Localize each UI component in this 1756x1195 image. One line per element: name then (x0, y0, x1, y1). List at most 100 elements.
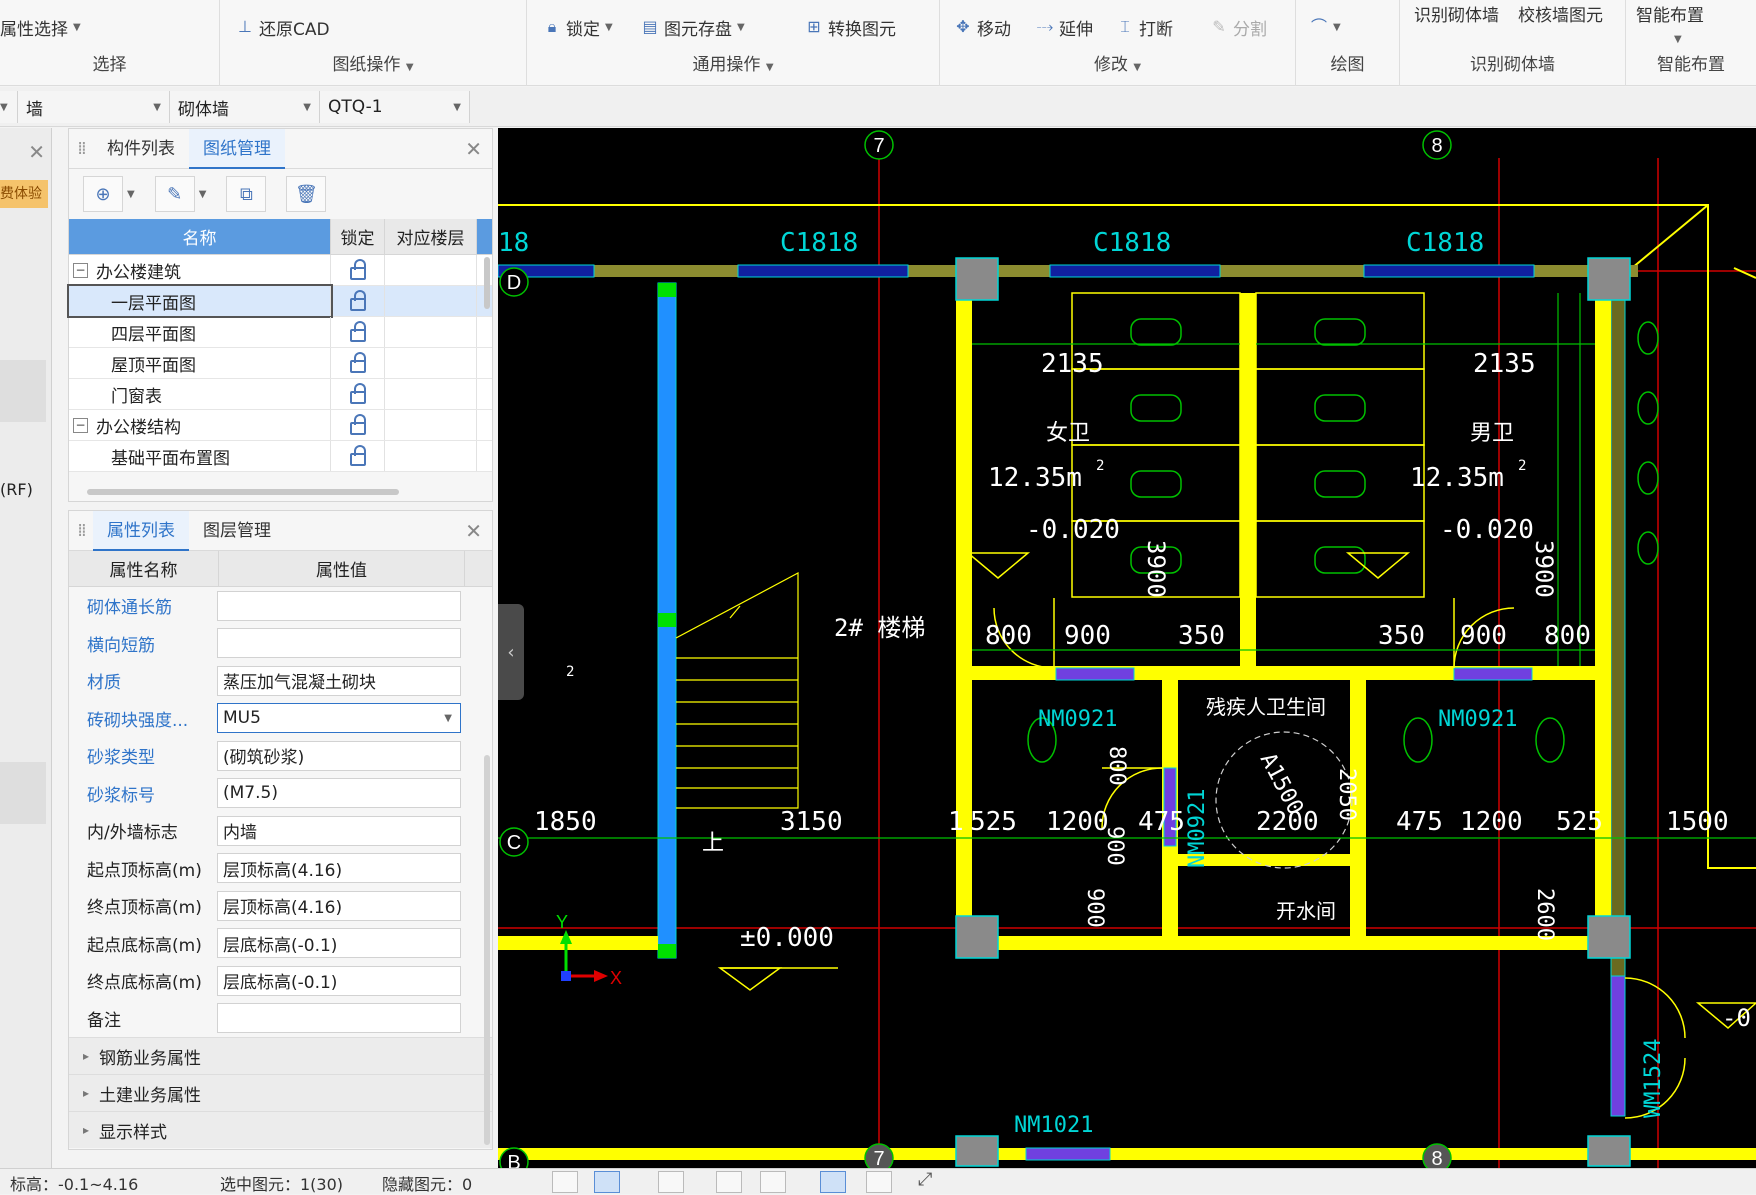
smart-layout-button[interactable]: 智能布置 (1636, 0, 1704, 26)
wall-type-selector[interactable]: 砌体墙 ▼ (170, 91, 320, 123)
floor-cell[interactable] (385, 255, 477, 285)
property-value-field[interactable]: (M7.5) (217, 778, 461, 809)
property-name: 起点顶标高(m) (87, 860, 202, 881)
drag-handle-icon[interactable]: ⁞⁞ (69, 520, 93, 541)
property-row: 材质 蒸压加气混凝土砌块 (69, 662, 492, 700)
chevron-down-icon[interactable]: ▼ (127, 189, 135, 200)
snap-toggle[interactable] (594, 1171, 620, 1193)
tab-property-list[interactable]: 属性列表 (93, 510, 189, 551)
collapse-panel-button[interactable]: ‹ (498, 604, 524, 700)
axis-bubble-label: B (507, 1152, 520, 1168)
property-value-field[interactable] (217, 628, 461, 659)
floor-cell[interactable] (385, 286, 477, 316)
restore-cad-button[interactable]: ⊥ 还原CAD (236, 14, 330, 40)
urinal-fixture (1637, 531, 1659, 565)
element-type-selector[interactable]: 墙 ▼ (18, 91, 170, 123)
vertical-scrollbar[interactable] (484, 257, 490, 309)
floor-selector[interactable]: ▼ (0, 91, 18, 123)
lineweight-toggle[interactable] (866, 1171, 892, 1193)
lock-cell[interactable] (331, 286, 385, 316)
property-value-field[interactable]: 层底标高(-0.1) (217, 928, 461, 959)
split-drawing-button[interactable]: ⧉ (226, 176, 267, 212)
tab-component-list[interactable]: 构件列表 (93, 129, 189, 169)
tree-item-row[interactable]: 门窗表 (69, 379, 492, 410)
property-value-field[interactable]: 层顶标高(4.16) (217, 853, 461, 884)
collapse-toggle-icon[interactable]: − (73, 417, 88, 433)
lock-cell[interactable] (331, 441, 385, 471)
tree-item-row[interactable]: 一层平面图 (67, 284, 492, 318)
dimension-text: 2600 (1532, 888, 1557, 941)
floor-cell[interactable] (385, 441, 477, 471)
display-toggle[interactable] (820, 1171, 846, 1193)
tab-layer-management[interactable]: 图层管理 (189, 511, 285, 551)
arc-draw-button[interactable]: ⌒ ▼ (1310, 14, 1341, 40)
property-value-field[interactable]: 内墙 (217, 815, 461, 846)
move-button[interactable]: ✥ 移动 (954, 14, 1011, 40)
property-value-field[interactable] (217, 590, 461, 621)
drawing-ops-menu[interactable]: 图纸操作 ▼ (220, 50, 526, 75)
collapse-toggle-icon[interactable]: − (73, 262, 88, 278)
floor-cell[interactable] (385, 348, 477, 378)
tree-item-row[interactable]: 屋顶平面图 (69, 348, 492, 379)
floor-cell[interactable] (385, 317, 477, 347)
smart-layout-dropdown[interactable]: ▼ (1674, 26, 1682, 52)
add-drawing-button[interactable]: ⊕ (83, 176, 123, 212)
nav-item-selected[interactable] (0, 762, 46, 824)
lock-cell[interactable] (331, 348, 385, 378)
recognize-masonry-wall-button[interactable]: 识别砌体墙 (1414, 0, 1499, 26)
horizontal-scrollbar[interactable] (87, 489, 399, 495)
property-group[interactable]: ▸ 钢筋业务属性 (69, 1037, 492, 1074)
floor-cell[interactable] (385, 379, 477, 409)
lock-cell[interactable] (331, 317, 385, 347)
ribbon-group-label: 绘图 (1330, 55, 1365, 75)
delete-drawing-button[interactable]: 🗑︎ (286, 176, 327, 212)
property-value-field[interactable] (217, 1003, 461, 1034)
close-icon[interactable]: ✕ (465, 137, 482, 161)
property-group[interactable]: ▸ 显示样式 (69, 1111, 492, 1148)
close-icon[interactable]: ✕ (465, 519, 482, 543)
lock-cell[interactable] (331, 255, 385, 285)
edit-drawing-button[interactable]: ✎ (154, 176, 195, 212)
experience-badge[interactable]: 费体验 (0, 180, 48, 208)
property-value-field[interactable]: 层顶标高(4.16) (217, 890, 461, 921)
tree-group-row[interactable]: − 办公楼建筑 (69, 255, 492, 286)
attribute-select-button[interactable]: 属性选择 ▼ (0, 14, 81, 40)
tree-group-row[interactable]: − 办公楼结构 (69, 410, 492, 441)
chevron-down-icon[interactable]: ▼ (199, 189, 207, 200)
drag-handle-icon[interactable]: ⁞⁞ (69, 138, 93, 159)
extend-button[interactable]: ⤏ 延伸 (1036, 14, 1093, 40)
property-value-field[interactable]: 层底标高(-0.1) (217, 965, 461, 996)
property-group[interactable]: ▸ 土建业务属性 (69, 1074, 492, 1111)
polar-toggle[interactable] (716, 1171, 742, 1193)
close-icon[interactable]: ✕ (28, 140, 45, 164)
expand-icon[interactable]: ⤢ (918, 1169, 932, 1190)
property-value-dropdown[interactable]: MU5 ▼ (217, 703, 461, 734)
cad-drawing-canvas[interactable]: 7 8 D C B 7 8 C1818 C1818 C1818 18 2135 2135 女卫 男卫 12.… (498, 128, 1756, 1168)
dynamic-input-toggle[interactable] (760, 1171, 786, 1193)
check-wall-element-button[interactable]: 校核墙图元 (1518, 0, 1603, 26)
lock-button[interactable]: 🔒︎ 锁定 ▼ (543, 14, 613, 40)
tab-drawing-management[interactable]: 图纸管理 (189, 128, 285, 169)
ortho-toggle[interactable] (552, 1171, 578, 1193)
save-element-button[interactable]: ▤ 图元存盘 ▼ (641, 14, 744, 40)
lock-cell[interactable] (331, 379, 385, 409)
vertical-scrollbar[interactable] (484, 755, 490, 1145)
common-ops-menu[interactable]: 通用操作 ▼ (527, 50, 939, 75)
property-value-text: (M7.5) (223, 783, 278, 804)
break-button[interactable]: ⌶ 打断 (1116, 14, 1173, 40)
floor-cell[interactable] (385, 410, 477, 440)
dimension-text: 1200 (1046, 807, 1109, 837)
property-value-field[interactable]: (砌筑砂浆) (217, 740, 461, 771)
property-value-field[interactable]: 蒸压加气混凝土砌块 (217, 665, 461, 696)
convert-element-button[interactable]: ⊞ 转换图元 (805, 14, 896, 40)
modify-menu[interactable]: 修改 ▼ (940, 50, 1295, 75)
property-group-label: 钢筋业务属性 (99, 1048, 202, 1069)
component-selector[interactable]: QTQ-1 ▼ (320, 91, 470, 123)
tree-item-row[interactable]: 基础平面布置图 (69, 441, 492, 472)
osnap-toggle[interactable] (658, 1171, 684, 1193)
nav-item-highlight[interactable] (0, 360, 46, 422)
split-button[interactable]: ✎ 分割 (1210, 14, 1267, 40)
tree-item-row[interactable]: 四层平面图 (69, 317, 492, 348)
floor-plan-drawing[interactable]: 7 8 D C B 7 8 C1818 C1818 C1818 18 2135 2135 女卫 男卫 12.… (498, 128, 1756, 1168)
lock-cell[interactable] (331, 410, 385, 440)
